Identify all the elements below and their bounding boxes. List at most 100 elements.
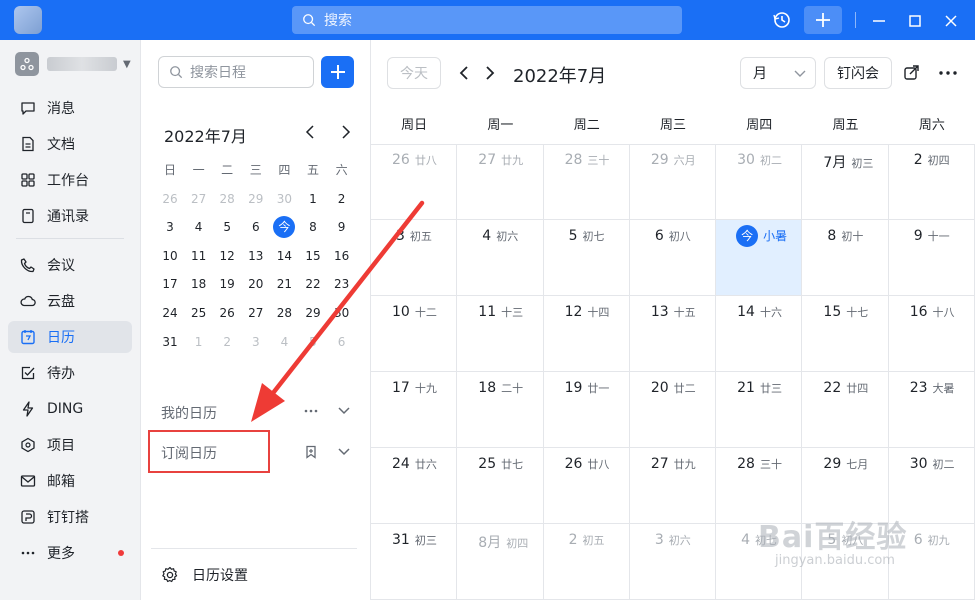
mini-day[interactable]: 28	[270, 299, 298, 327]
mini-day[interactable]: 2	[328, 185, 356, 213]
day-cell[interactable]: 26 廿八	[371, 144, 458, 220]
mini-day[interactable]: 22	[299, 270, 327, 298]
chevron-down-icon[interactable]	[335, 443, 353, 461]
day-cell[interactable]: 25 廿七	[457, 448, 544, 524]
mini-day[interactable]: 9	[328, 213, 356, 241]
chevron-right-icon[interactable]	[337, 122, 355, 142]
nav-item-cloud-drive[interactable]: 云盘	[8, 285, 132, 317]
nav-item-todo[interactable]: 待办	[8, 357, 132, 389]
nav-item-docs[interactable]: 文档	[8, 128, 132, 160]
day-cell[interactable]: 6 初八	[629, 220, 717, 296]
day-cell[interactable]: 15 十七	[802, 296, 889, 372]
nav-item-project[interactable]: 项目	[8, 429, 132, 461]
mini-day[interactable]: 3	[156, 213, 184, 241]
more-dots-icon[interactable]	[937, 63, 959, 83]
day-cell[interactable]: 3 初六	[629, 524, 717, 600]
create-button[interactable]	[804, 6, 842, 34]
chevron-left-icon[interactable]	[301, 122, 319, 142]
mini-day[interactable]: 15	[299, 242, 327, 270]
mini-day[interactable]: 12	[213, 242, 241, 270]
mini-day[interactable]: 5	[213, 213, 241, 241]
mini-day[interactable]: 23	[328, 270, 356, 298]
day-cell[interactable]: 11 十三	[457, 296, 544, 372]
mini-day-today[interactable]: 今	[270, 213, 298, 241]
day-cell[interactable]: 14 十六	[716, 296, 803, 372]
day-cell[interactable]: 8 初十	[802, 220, 889, 296]
day-cell[interactable]: 26 廿八	[543, 448, 630, 524]
mini-day[interactable]: 25	[185, 299, 213, 327]
day-cell[interactable]: 29 六月	[629, 144, 717, 220]
user-avatar[interactable]	[14, 6, 42, 34]
mini-day[interactable]: 1	[299, 185, 327, 213]
more-dots-icon[interactable]	[302, 402, 320, 420]
mini-day[interactable]: 11	[185, 242, 213, 270]
day-cell[interactable]: 30 初二	[716, 144, 803, 220]
mini-day[interactable]: 18	[185, 270, 213, 298]
day-cell[interactable]: 24 廿六	[371, 448, 458, 524]
nav-item-ding[interactable]: DING	[8, 393, 132, 425]
day-cell[interactable]: 17 十九	[371, 372, 458, 448]
mini-day[interactable]: 10	[156, 242, 184, 270]
close-icon[interactable]	[940, 10, 962, 32]
mini-day[interactable]: 31	[156, 328, 184, 356]
mini-day[interactable]: 4	[185, 213, 213, 241]
mini-day[interactable]: 13	[242, 242, 270, 270]
minimize-icon[interactable]	[868, 10, 890, 32]
share-icon[interactable]	[902, 63, 922, 83]
history-icon[interactable]	[770, 8, 794, 32]
mini-day[interactable]: 21	[270, 270, 298, 298]
mini-day[interactable]: 26	[213, 299, 241, 327]
bookmark-icon[interactable]	[302, 443, 320, 461]
mini-day[interactable]: 27	[242, 299, 270, 327]
mini-day[interactable]: 8	[299, 213, 327, 241]
mini-day[interactable]: 24	[156, 299, 184, 327]
mini-day[interactable]: 5	[299, 328, 327, 356]
nav-item-more[interactable]: 更多	[8, 537, 132, 569]
add-event-button[interactable]	[321, 56, 354, 88]
day-cell[interactable]: 4 初六	[457, 220, 544, 296]
day-cell[interactable]: 27 廿九	[457, 144, 544, 220]
mini-day[interactable]: 19	[213, 270, 241, 298]
day-cell[interactable]: 10 十二	[371, 296, 458, 372]
day-cell-today[interactable]: 今小暑	[716, 220, 803, 296]
mini-day[interactable]: 14	[270, 242, 298, 270]
mini-day[interactable]: 20	[242, 270, 270, 298]
global-search-input[interactable]: 搜索	[292, 6, 682, 34]
calendar-settings-button[interactable]: 日历设置	[161, 565, 248, 585]
chevron-down-icon[interactable]	[335, 402, 353, 420]
mini-day[interactable]: 1	[185, 328, 213, 356]
day-cell[interactable]: 2 初五	[543, 524, 630, 600]
mini-day[interactable]: 4	[270, 328, 298, 356]
day-cell[interactable]: 7月 初三	[802, 144, 889, 220]
today-button[interactable]: 今天	[387, 57, 441, 89]
mini-day[interactable]: 29	[242, 185, 270, 213]
view-select[interactable]: 月	[740, 57, 816, 89]
day-cell[interactable]: 23 大暑	[888, 372, 975, 448]
day-cell[interactable]: 31 初三	[371, 524, 458, 600]
mini-day[interactable]: 26	[156, 185, 184, 213]
mini-day[interactable]: 6	[328, 328, 356, 356]
day-cell[interactable]: 12 十四	[543, 296, 630, 372]
flash-meeting-button[interactable]: 钉闪会	[824, 57, 892, 89]
mini-day[interactable]: 27	[185, 185, 213, 213]
mini-day[interactable]: 17	[156, 270, 184, 298]
mini-day[interactable]: 16	[328, 242, 356, 270]
chevron-left-icon[interactable]	[456, 62, 472, 84]
org-switcher[interactable]: ▼	[15, 52, 131, 76]
day-cell[interactable]: 18 二十	[457, 372, 544, 448]
day-cell[interactable]: 19 廿一	[543, 372, 630, 448]
day-cell[interactable]: 2 初四	[888, 144, 975, 220]
chevron-right-icon[interactable]	[482, 62, 498, 84]
nav-item-contacts[interactable]: 通讯录	[8, 200, 132, 232]
day-cell[interactable]: 13 十五	[629, 296, 717, 372]
day-cell[interactable]: 9 十一	[888, 220, 975, 296]
nav-item-workbench[interactable]: 工作台	[8, 164, 132, 196]
day-cell[interactable]: 3 初五	[371, 220, 458, 296]
day-cell[interactable]: 8月 初四	[457, 524, 544, 600]
mini-day[interactable]: 30	[328, 299, 356, 327]
day-cell[interactable]: 5 初七	[543, 220, 630, 296]
nav-item-calendar[interactable]: 日历	[8, 321, 132, 353]
mini-day[interactable]: 6	[242, 213, 270, 241]
nav-item-dingtalk-builder[interactable]: 钉钉搭	[8, 501, 132, 533]
nav-item-messages[interactable]: 消息	[8, 92, 132, 124]
